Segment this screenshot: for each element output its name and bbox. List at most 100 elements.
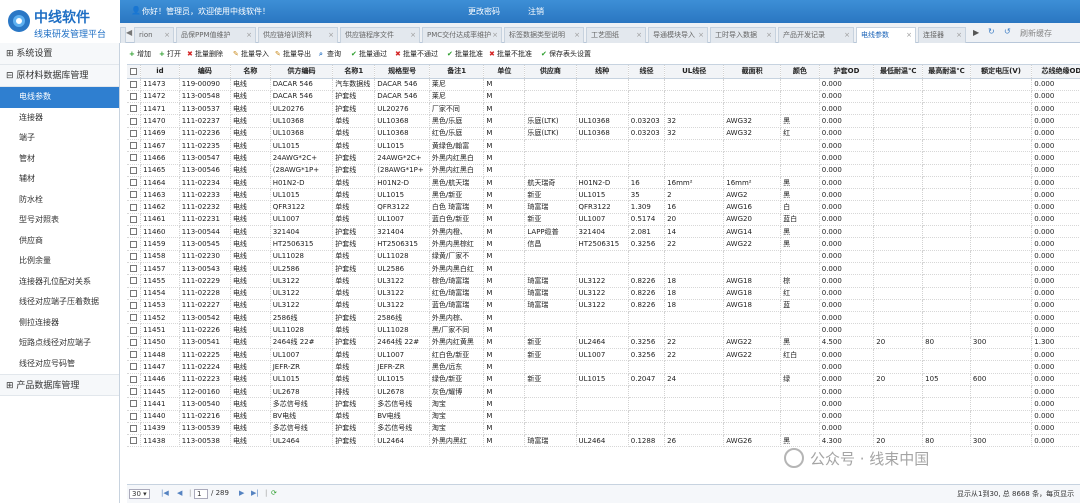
close-icon[interactable]: ×: [246, 28, 252, 43]
column-header[interactable]: 芯线绝缘OD: [1031, 65, 1080, 79]
sidebar-item-number-tube[interactable]: 线径对应号码管: [0, 354, 119, 375]
row-checkbox[interactable]: [127, 336, 142, 350]
table-row[interactable]: 11466 113-00547 电线 24AWG*2C+ 护套线 24AWG*2C+ 外黑内…: [127, 151, 1080, 165]
row-checkbox[interactable]: [127, 262, 142, 276]
column-header[interactable]: 编码: [179, 65, 231, 79]
search-button[interactable]: ⌕ 查询: [319, 49, 341, 59]
add-button[interactable]: + 增加: [129, 49, 151, 59]
sidebar-item-connector[interactable]: 连接器: [0, 108, 119, 129]
table-row[interactable]: 11440 111-02216 电线 BV电线 单线 BV电线 淘宝 M 0.000 0.000: [127, 410, 1080, 423]
close-icon[interactable]: ×: [844, 28, 850, 43]
select-all-checkbox[interactable]: [127, 65, 142, 79]
row-checkbox[interactable]: [127, 114, 142, 128]
table-row[interactable]: 11451 111-02226 电线 UL11028 单线 UL11028 黑/厂家不同 M 0…: [127, 323, 1080, 337]
row-checkbox[interactable]: [127, 360, 142, 374]
sidebar-item-auxiliary[interactable]: 辅材: [0, 169, 119, 190]
sidebar-item-tubing[interactable]: 管材: [0, 149, 119, 170]
column-header[interactable]: 供方编码: [270, 65, 334, 79]
sidebar-item-model-mapping[interactable]: 型号对照表: [0, 210, 119, 231]
table-row[interactable]: 11459 113-00545 电线 HT2506315 护套线 HT2506315 外黑内…: [127, 237, 1080, 251]
row-checkbox[interactable]: [127, 299, 142, 313]
tab-scroll-right-icon[interactable]: ▶: [973, 28, 979, 37]
save-header-settings-button[interactable]: ✔ 保存表头设置: [541, 49, 591, 59]
table-row[interactable]: 11445 112-00160 电线 UL2678 排线 UL2678 灰色/耀博 M 0.00…: [127, 385, 1080, 399]
table-row[interactable]: 11448 111-02225 电线 UL1007 单线 UL1007 红白色/新亚 M 新亚 U…: [127, 348, 1080, 362]
logout-button[interactable]: 注销: [528, 6, 544, 17]
batch-reject-button[interactable]: ✖ 批量不通过: [395, 49, 438, 59]
table-row[interactable]: 11471 113-00537 电线 UL20276 护套线 UL20276 厂家不同 M 0.…: [127, 102, 1080, 116]
close-icon[interactable]: ×: [698, 28, 704, 43]
sidebar-item-side-connector[interactable]: 侧拉连接器: [0, 313, 119, 334]
close-icon[interactable]: ×: [766, 28, 772, 43]
tab-scroll-left-icon[interactable]: ◀: [126, 28, 132, 37]
change-password-button[interactable]: 更改密码: [468, 6, 500, 17]
sidebar-item-supplier[interactable]: 供应商: [0, 231, 119, 252]
row-checkbox[interactable]: [127, 397, 142, 411]
column-header[interactable]: id: [140, 65, 180, 79]
first-page-icon[interactable]: |◀: [161, 489, 169, 497]
last-page-icon[interactable]: ▶|: [251, 489, 259, 497]
sidebar-item-short-circuit[interactable]: 短路点线径对应端子: [0, 333, 119, 354]
close-icon[interactable]: ×: [164, 28, 170, 43]
batch-delete-button[interactable]: ✖ 批量删除: [187, 49, 223, 59]
tab-item[interactable]: rion ×: [134, 27, 174, 43]
column-header[interactable]: 截面积: [723, 65, 782, 79]
refresh-icon[interactable]: ↻: [988, 27, 995, 36]
page-number-input[interactable]: 1: [194, 489, 209, 499]
batch-approve-button[interactable]: ✔ 批量通过: [351, 49, 387, 59]
refresh-cache-button[interactable]: 刷新缓存: [1020, 28, 1052, 39]
batch-import-button[interactable]: ✎ 批量导入: [233, 49, 269, 59]
sidebar-group-materials[interactable]: ⊟ 原材料数据库管理: [0, 65, 119, 87]
table-row[interactable]: 11446 111-02223 电线 UL1015 单线 UL1015 绿色/新亚 M 新亚 UL…: [127, 373, 1080, 386]
table-row[interactable]: 11465 113-00546 电线 (28AWG*1P+ 护套线 (28AWG*1P+ 外…: [127, 164, 1080, 177]
sidebar-group-system[interactable]: ⊞ 系统设置: [0, 43, 119, 65]
tab-item[interactable]: 工艺图纸 ×: [586, 27, 646, 43]
table-row[interactable]: 11452 113-00542 电线 2586线 护套线 2586线 外黑内棕、 M 0.000…: [127, 311, 1080, 325]
column-header[interactable]: 供应商: [524, 65, 577, 79]
tab-item[interactable]: PMC交付达成率维护 ×: [422, 27, 502, 43]
column-header[interactable]: 护套OD: [819, 65, 875, 79]
table-row[interactable]: 11441 113-00540 电线 多芯信号线 护套线 多芯信号线 淘宝 M 0.000 0.0…: [127, 397, 1080, 411]
close-all-icon[interactable]: ↺: [1004, 27, 1011, 36]
row-checkbox[interactable]: [127, 287, 142, 300]
row-checkbox[interactable]: [127, 176, 142, 190]
column-header[interactable]: 线种: [576, 65, 629, 79]
row-checkbox[interactable]: [127, 323, 142, 337]
next-page-icon[interactable]: ▶: [239, 489, 244, 497]
table-row[interactable]: 11470 111-02237 电线 UL10368 单线 UL10368 黑色/乐庭 M 乐庭…: [127, 114, 1080, 128]
sidebar-item-crimp-data[interactable]: 线径对应端子压着数据: [0, 292, 119, 313]
column-header[interactable]: 最高耐温℃: [922, 65, 971, 79]
sidebar-item-terminal[interactable]: 端子: [0, 128, 119, 149]
tab-item[interactable]: 供应链培训资料 ×: [258, 27, 338, 43]
batch-unauthorize-button[interactable]: ✖ 批量不批准: [489, 49, 532, 59]
tab-item[interactable]: 标签数据类型说明 ×: [504, 27, 584, 43]
column-header[interactable]: 最低耐温℃: [873, 65, 924, 79]
tab-item[interactable]: 工时导入数据 ×: [710, 27, 776, 43]
column-header[interactable]: 单位: [483, 65, 526, 79]
row-checkbox[interactable]: [127, 151, 142, 165]
row-checkbox[interactable]: [127, 434, 142, 448]
table-row[interactable]: 11447 111-02224 电线 JEFR-ZR 单线 JEFR-ZR 黑色/远东 M 0.…: [127, 360, 1080, 374]
table-row[interactable]: 11464 111-02234 电线 H01N2-D 单线 H01N2-D 黑色/航天瑞 M 航…: [127, 176, 1080, 190]
table-row[interactable]: 11457 113-00543 电线 UL2586 护套线 UL2586 外黑内黑白红 M 0.…: [127, 262, 1080, 276]
row-checkbox[interactable]: [127, 188, 142, 202]
row-checkbox[interactable]: [127, 311, 142, 325]
table-row[interactable]: 11463 111-02233 电线 UL1015 单线 UL1015 黑色/新亚 M 新亚 UL…: [127, 188, 1080, 202]
sidebar-item-ratio-margin[interactable]: 比例余量: [0, 251, 119, 272]
row-checkbox[interactable]: [127, 422, 142, 436]
row-checkbox[interactable]: [127, 237, 142, 251]
close-icon[interactable]: ×: [574, 28, 580, 43]
close-icon[interactable]: ×: [410, 28, 416, 43]
column-header[interactable]: 名称: [230, 65, 271, 79]
refresh-icon[interactable]: ⟳: [271, 489, 277, 497]
tab-item[interactable]: 供应链程序文件 ×: [340, 27, 420, 43]
close-icon[interactable]: ×: [956, 28, 962, 43]
close-icon[interactable]: ×: [906, 28, 912, 43]
batch-export-button[interactable]: ✎ 批量导出: [275, 49, 311, 59]
column-header[interactable]: 规格型号: [374, 65, 430, 79]
sidebar-item-cavity-pairing[interactable]: 连接器孔位配对关系: [0, 272, 119, 293]
page-size-select[interactable]: 30 ▾: [129, 489, 150, 499]
table-row[interactable]: 11439 113-00539 电线 多芯信号线 护套线 多芯信号线 淘宝 M 0.000 0.0…: [127, 422, 1080, 436]
row-checkbox[interactable]: [127, 250, 142, 263]
column-header[interactable]: 额定电压(V): [970, 65, 1033, 79]
